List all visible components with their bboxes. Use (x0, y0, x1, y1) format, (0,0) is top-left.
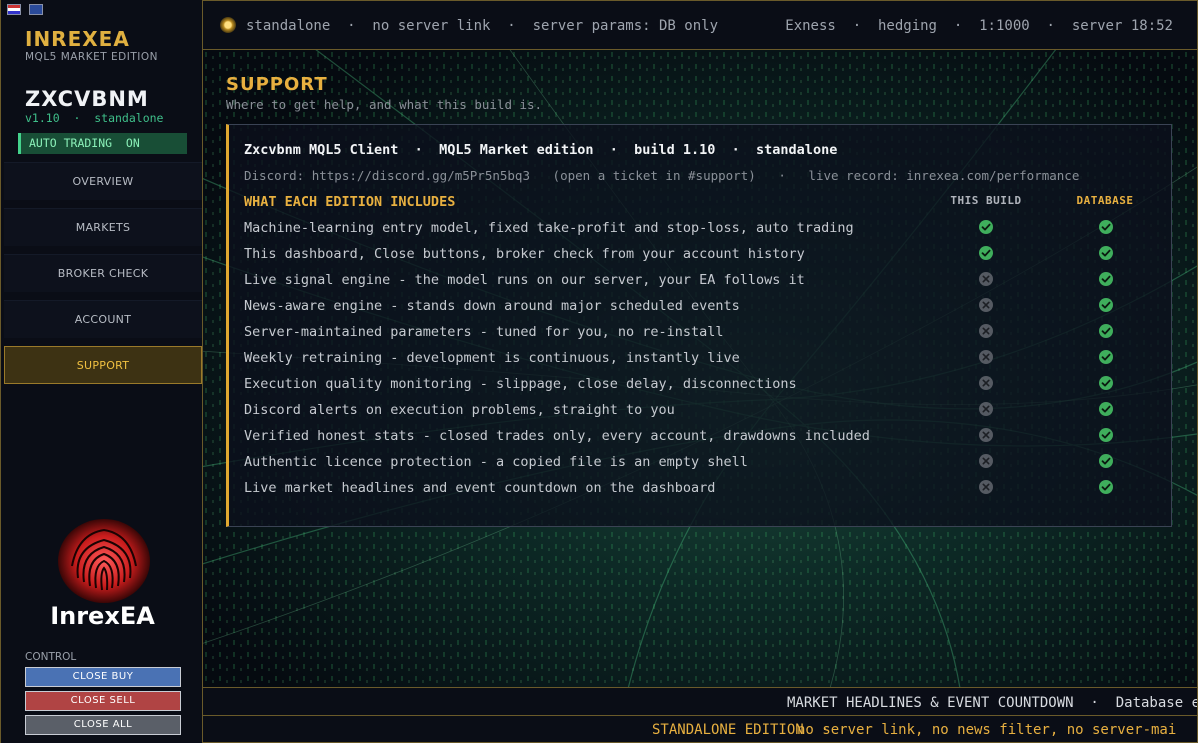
section-heading: WHAT EACH EDITION INCLUDES (244, 194, 456, 210)
feature-row: Execution quality monitoring - slippage,… (244, 371, 1169, 397)
feature-label: News-aware engine - stands down around m… (244, 298, 740, 314)
status-indicator-icon (220, 17, 236, 33)
top-status-bar: standalone · no server link · server par… (203, 0, 1198, 50)
this-build-status-icon (979, 220, 993, 234)
this-build-status-icon (979, 324, 993, 338)
flag-icon[interactable] (7, 4, 21, 15)
version-line: v1.10 · standalone (25, 111, 164, 125)
this-build-status-icon (979, 480, 993, 494)
feature-row: Machine-learning entry model, fixed take… (244, 215, 1169, 241)
this-build-status-icon (979, 376, 993, 390)
database-status-icon (1099, 298, 1113, 312)
database-status-icon (1099, 402, 1113, 416)
this-build-status-icon (979, 298, 993, 312)
support-links[interactable]: Discord: https://discord.gg/m5Pr5n5bq3 (… (244, 168, 1079, 183)
fingerprint-logo-icon (58, 519, 150, 603)
sidebar-item-account[interactable]: ACCOUNT (4, 300, 202, 338)
broker-info: Exness · hedging · 1:1000 · server 18:52 (785, 18, 1173, 34)
feature-row: Server-maintained parameters - tuned for… (244, 319, 1169, 345)
control-label: CONTROL (25, 651, 77, 663)
connection-status: standalone · no server link · server par… (246, 18, 719, 34)
close-all-button[interactable]: CLOSE ALL (25, 715, 181, 735)
headline-ticker: MARKET HEADLINES & EVENT COUNTDOWN · Dat… (203, 687, 1198, 715)
feature-label: Machine-learning entry model, fixed take… (244, 220, 854, 236)
auto-trading-badge: AUTO TRADING ON (18, 133, 187, 154)
feature-row: News-aware engine - stands down around m… (244, 293, 1169, 319)
chart-icon[interactable] (29, 4, 43, 15)
database-status-icon (1099, 376, 1113, 390)
this-build-status-icon (979, 454, 993, 468)
feature-label: Live market headlines and event countdow… (244, 480, 716, 496)
window-icons (7, 4, 43, 15)
feature-label: Server-maintained parameters - tuned for… (244, 324, 724, 340)
feature-label: Discord alerts on execution problems, st… (244, 402, 675, 418)
column-this-build: THIS BUILD (950, 194, 1022, 207)
edition-panel: Zxcvbnm MQL5 Client · MQL5 Market editio… (226, 124, 1172, 527)
sidebar-nav: OVERVIEW MARKETS BROKER CHECK ACCOUNT SU… (4, 162, 202, 392)
database-status-icon (1099, 428, 1113, 442)
this-build-status-icon (979, 272, 993, 286)
feature-row: Weekly retraining - development is conti… (244, 345, 1169, 371)
feature-label: Live signal engine - the model runs on o… (244, 272, 805, 288)
this-build-status-icon (979, 246, 993, 260)
edition-ticker-text: no server link, no news filter, no serve… (797, 722, 1177, 738)
feature-list: Machine-learning entry model, fixed take… (244, 215, 1169, 501)
this-build-status-icon (979, 428, 993, 442)
account-name: ZXCVBNM (25, 87, 149, 111)
sidebar-item-overview[interactable]: OVERVIEW (4, 162, 202, 200)
database-status-icon (1099, 480, 1113, 494)
this-build-status-icon (979, 402, 993, 416)
database-status-icon (1099, 272, 1113, 286)
database-status-icon (1099, 220, 1113, 234)
database-status-icon (1099, 324, 1113, 338)
close-sell-button[interactable]: CLOSE SELL (25, 691, 181, 711)
feature-row: This dashboard, Close buttons, broker ch… (244, 241, 1169, 267)
feature-row: Authentic licence protection - a copied … (244, 449, 1169, 475)
page-title: SUPPORT (226, 74, 328, 95)
feature-label: Verified honest stats - closed trades on… (244, 428, 870, 444)
database-status-icon (1099, 246, 1113, 260)
sidebar-item-broker-check[interactable]: BROKER CHECK (4, 254, 202, 292)
edition-ticker: STANDALONE EDITION · no server link, no … (203, 715, 1198, 743)
feature-row: Live market headlines and event countdow… (244, 475, 1169, 501)
feature-label: This dashboard, Close buttons, broker ch… (244, 246, 805, 262)
sidebar: INREXEA MQL5 MARKET EDITION ZXCVBNM v1.1… (0, 0, 203, 743)
database-status-icon (1099, 350, 1113, 364)
brand-title: INREXEA (25, 27, 130, 51)
database-status-icon (1099, 454, 1113, 468)
close-buy-button[interactable]: CLOSE BUY (25, 667, 181, 687)
build-header: Zxcvbnm MQL5 Client · MQL5 Market editio… (244, 142, 838, 158)
sidebar-item-support[interactable]: SUPPORT (4, 346, 202, 384)
brand-subtitle: MQL5 MARKET EDITION (25, 51, 158, 63)
sidebar-item-markets[interactable]: MARKETS (4, 208, 202, 246)
feature-row: Discord alerts on execution problems, st… (244, 397, 1169, 423)
logo-text: InrexEA (50, 602, 155, 630)
headline-ticker-text: MARKET HEADLINES & EVENT COUNTDOWN · Dat… (787, 695, 1198, 711)
this-build-status-icon (979, 350, 993, 364)
support-page: SUPPORT Where to get help, and what this… (203, 50, 1198, 687)
feature-label: Weekly retraining - development is conti… (244, 350, 740, 366)
feature-label: Execution quality monitoring - slippage,… (244, 376, 797, 392)
column-database: DATABASE (1076, 194, 1134, 207)
page-subtitle: Where to get help, and what this build i… (226, 97, 543, 112)
feature-row: Verified honest stats - closed trades on… (244, 423, 1169, 449)
feature-row: Live signal engine - the model runs on o… (244, 267, 1169, 293)
feature-label: Authentic licence protection - a copied … (244, 454, 748, 470)
